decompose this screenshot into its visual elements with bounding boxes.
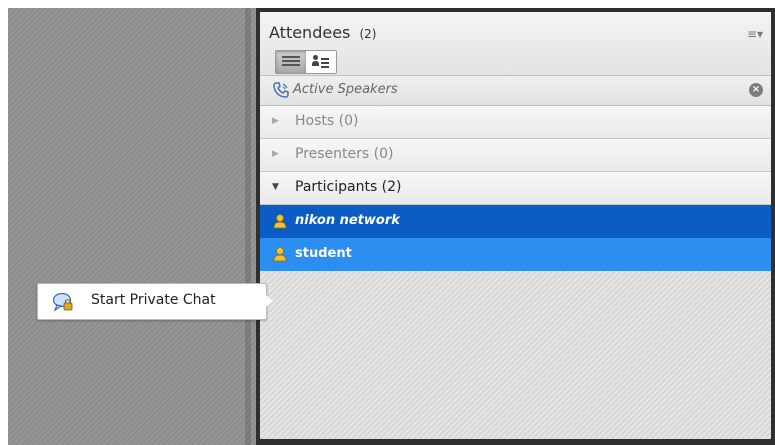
start-private-chat-label: Start Private Chat [91,292,216,308]
close-circle-icon: × [751,84,761,95]
user-icon [273,214,287,229]
group-participants[interactable]: ▼ Participants (2) [260,172,771,205]
menu-lines-icon: ≡▾ [746,27,764,41]
user-icon [273,247,287,262]
card-view-button[interactable] [306,51,336,73]
participant-row[interactable]: student [260,238,771,271]
list-view-button[interactable] [276,51,306,73]
active-speakers-label: Active Speakers [293,82,398,97]
collapsed-triangle-icon: ▶ [272,116,279,126]
participant-row[interactable]: nikon network [260,205,771,238]
participant-name: nikon network [295,213,400,228]
group-presenters[interactable]: ▶ Presenters (0) [260,139,771,172]
group-hosts-label: Hosts (0) [295,113,359,129]
pod-divider[interactable] [245,8,251,445]
list-view-icon [282,56,300,68]
start-private-chat-menu-item[interactable]: Start Private Chat [37,283,273,320]
expanded-triangle-icon: ▼ [272,182,279,192]
collapsed-triangle-icon: ▶ [272,149,279,159]
group-hosts[interactable]: ▶ Hosts (0) [260,106,771,139]
group-participants-label: Participants (2) [295,179,402,195]
view-toggle [275,50,337,74]
user-card-icon [312,55,330,69]
pod-menu-button[interactable]: ≡▾ [745,26,765,42]
attendee-count: (2) [359,27,377,41]
pod-header: Attendees (2) ≡▾ [260,12,771,76]
pod-title: Attendees (2) [269,21,376,45]
attendees-pod-body: Attendees (2) ≡▾ Active Speakers × ▶ Hos… [260,12,771,439]
attendees-pod: Attendees (2) ≡▾ Active Speakers × ▶ Hos… [256,8,775,445]
group-presenters-label: Presenters (0) [295,146,394,162]
pod-title-text: Attendees [269,23,351,42]
active-speakers-bar: Active Speakers × [260,76,771,106]
private-chat-icon [52,292,73,312]
close-active-speakers-button[interactable]: × [749,83,763,97]
phone-icon [273,82,289,98]
participant-name: student [295,246,352,261]
